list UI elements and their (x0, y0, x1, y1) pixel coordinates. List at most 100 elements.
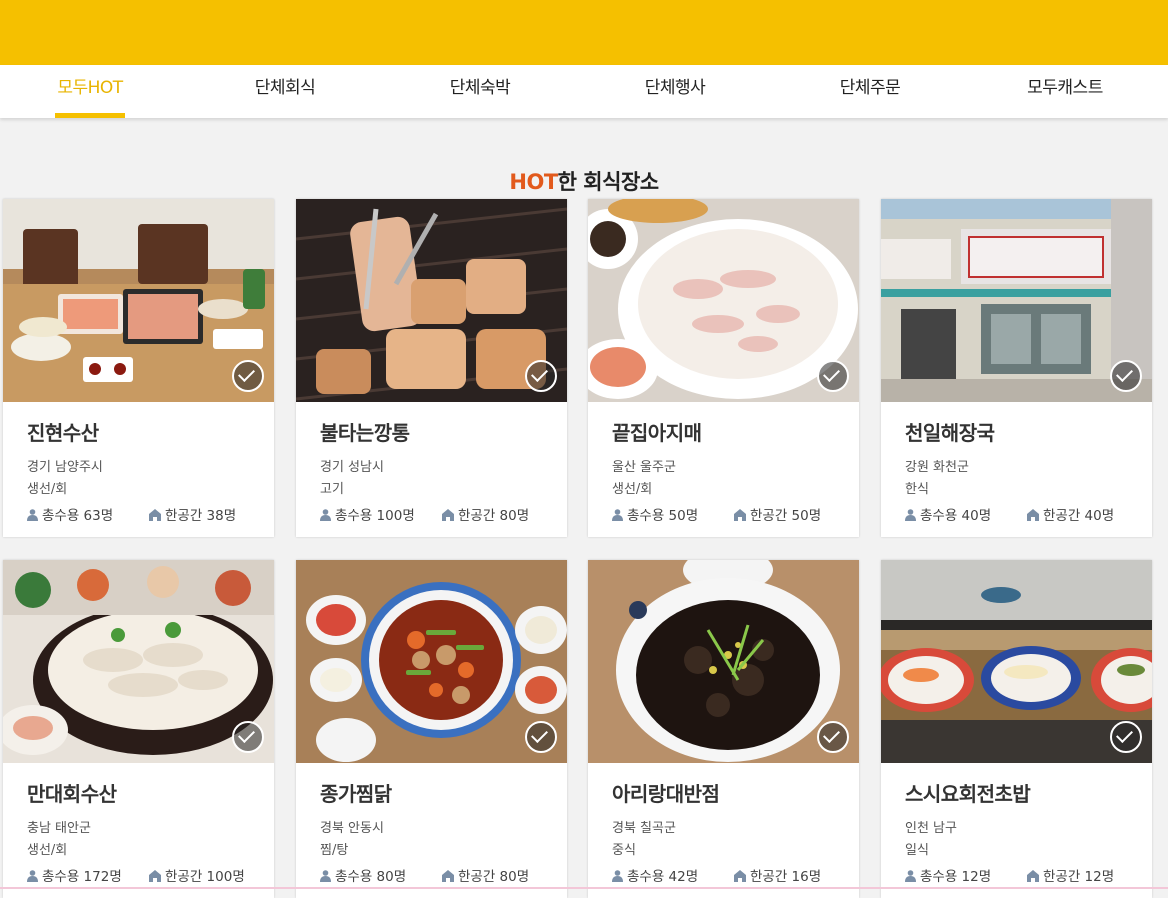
restaurant-name: 종가찜닭 (320, 782, 392, 806)
total-capacity: 총수용 12명 (905, 865, 991, 885)
tab-label: 단체주문 (839, 78, 901, 98)
restaurant-category: 일식 (905, 843, 929, 858)
top-header-bar (0, 0, 1168, 65)
tab-label: 모두캐스트 (1027, 78, 1103, 98)
total-capacity: 총수용 42명 (612, 865, 698, 885)
total-capacity: 총수용 50명 (612, 504, 698, 524)
restaurant-category: 생선/회 (27, 843, 68, 858)
tab-label: 단체숙박 (449, 78, 511, 98)
tab-group-order[interactable]: 단체주문 (780, 65, 960, 118)
room-capacity-text: 한공간 100명 (165, 869, 245, 885)
restaurant-name: 만대회수산 (27, 782, 117, 806)
house-icon (1027, 870, 1039, 882)
room-capacity: 한공간 80명 (442, 865, 529, 885)
house-icon (149, 870, 161, 882)
tab-group-event[interactable]: 단체행사 (585, 65, 765, 118)
restaurant-photo (588, 199, 859, 402)
restaurant-photo (3, 560, 274, 763)
total-capacity: 총수용 80명 (320, 865, 406, 885)
room-capacity-text: 한공간 16명 (750, 869, 822, 885)
tab-group-lodging[interactable]: 단체숙박 (390, 65, 570, 118)
main-nav: 모두HOT 단체회식 단체숙박 단체행사 단체주문 모두캐스트 (0, 65, 1168, 118)
room-capacity: 한공간 12명 (1027, 865, 1114, 885)
restaurant-region: 경기 성남시 (320, 460, 384, 475)
restaurant-category: 중식 (612, 843, 636, 858)
check-icon[interactable] (1110, 360, 1142, 392)
restaurant-photo (296, 560, 567, 763)
total-capacity: 총수용 172명 (27, 865, 122, 885)
tab-modu-cast[interactable]: 모두캐스트 (975, 65, 1155, 118)
check-icon[interactable] (817, 360, 849, 392)
restaurant-region: 경기 남양주시 (27, 460, 103, 475)
restaurant-region: 울산 울주군 (612, 460, 676, 475)
house-icon (1027, 509, 1039, 521)
room-capacity-text: 한공간 38명 (165, 508, 237, 524)
restaurant-card[interactable]: 천일해장국 강원 화천군 한식 총수용 40명 한공간 40명 (881, 199, 1152, 537)
total-capacity-text: 총수용 100명 (335, 508, 415, 524)
tab-modu-hot[interactable]: 모두HOT (0, 65, 180, 118)
total-capacity-text: 총수용 40명 (920, 508, 992, 524)
restaurant-name: 천일해장국 (905, 421, 995, 445)
room-capacity: 한공간 100명 (149, 865, 245, 885)
restaurant-photo (588, 560, 859, 763)
restaurant-category: 생선/회 (27, 482, 68, 497)
total-capacity-text: 총수용 172명 (42, 869, 122, 885)
restaurant-category: 생선/회 (612, 482, 653, 497)
house-icon (442, 509, 454, 521)
tab-label: 단체회식 (254, 78, 316, 98)
restaurant-photo (296, 199, 567, 402)
restaurant-card[interactable]: 아리랑대반점 경북 칠곡군 중식 총수용 42명 한공간 16명 (588, 560, 859, 898)
room-capacity: 한공간 38명 (149, 504, 236, 524)
person-icon (905, 870, 916, 882)
house-icon (734, 509, 746, 521)
restaurant-name: 불타는깡통 (320, 421, 410, 445)
restaurant-card[interactable]: 스시요회전초밥 인천 남구 일식 총수용 12명 한공간 12명 (881, 560, 1152, 898)
person-icon (27, 870, 38, 882)
room-capacity-text: 한공간 80명 (458, 508, 530, 524)
restaurant-category: 찜/탕 (320, 843, 349, 858)
room-capacity: 한공간 80명 (442, 504, 529, 524)
total-capacity: 총수용 100명 (320, 504, 415, 524)
restaurant-card[interactable]: 진현수산 경기 남양주시 생선/회 총수용 63명 한공간 38명 (3, 199, 274, 537)
restaurant-region: 충남 태안군 (27, 821, 91, 836)
restaurant-photo (881, 560, 1152, 763)
room-capacity-text: 한공간 12명 (1043, 869, 1115, 885)
room-capacity: 한공간 40명 (1027, 504, 1114, 524)
restaurant-photo (3, 199, 274, 402)
restaurant-region: 강원 화천군 (905, 460, 969, 475)
restaurant-card[interactable]: 끝집아지매 울산 울주군 생선/회 총수용 50명 한공간 50명 (588, 199, 859, 537)
restaurant-region: 경북 안동시 (320, 821, 384, 836)
person-icon (612, 509, 623, 521)
tab-group-dining[interactable]: 단체회식 (195, 65, 375, 118)
room-capacity: 한공간 16명 (734, 865, 821, 885)
total-capacity: 총수용 63명 (27, 504, 113, 524)
total-capacity-text: 총수용 12명 (920, 869, 992, 885)
section-title-rest: 한 회식장소 (557, 170, 659, 194)
house-icon (442, 870, 454, 882)
person-icon (905, 509, 916, 521)
total-capacity-text: 총수용 63명 (42, 508, 114, 524)
check-icon[interactable] (817, 721, 849, 753)
check-icon[interactable] (232, 360, 264, 392)
person-icon (320, 509, 331, 521)
restaurant-card[interactable]: 만대회수산 충남 태안군 생선/회 총수용 172명 한공간 100명 (3, 560, 274, 898)
restaurant-category: 한식 (905, 482, 929, 497)
total-capacity: 총수용 40명 (905, 504, 991, 524)
room-capacity-text: 한공간 40명 (1043, 508, 1115, 524)
check-icon[interactable] (525, 721, 557, 753)
restaurant-category: 고기 (320, 482, 344, 497)
room-capacity: 한공간 50명 (734, 504, 821, 524)
tab-label: 단체행사 (644, 78, 706, 98)
section-title: HOT한 회식장소 (0, 166, 1168, 196)
restaurant-region: 인천 남구 (905, 821, 957, 836)
section-title-hot: HOT (509, 170, 558, 194)
tab-label: 모두HOT (57, 78, 123, 98)
restaurant-card[interactable]: 종가찜닭 경북 안동시 찜/탕 총수용 80명 한공간 80명 (296, 560, 567, 898)
restaurant-card[interactable]: 불타는깡통 경기 성남시 고기 총수용 100명 한공간 80명 (296, 199, 567, 537)
check-icon[interactable] (525, 360, 557, 392)
total-capacity-text: 총수용 42명 (627, 869, 699, 885)
check-icon[interactable] (232, 721, 264, 753)
person-icon (320, 870, 331, 882)
check-icon[interactable] (1110, 721, 1142, 753)
room-capacity-text: 한공간 50명 (750, 508, 822, 524)
